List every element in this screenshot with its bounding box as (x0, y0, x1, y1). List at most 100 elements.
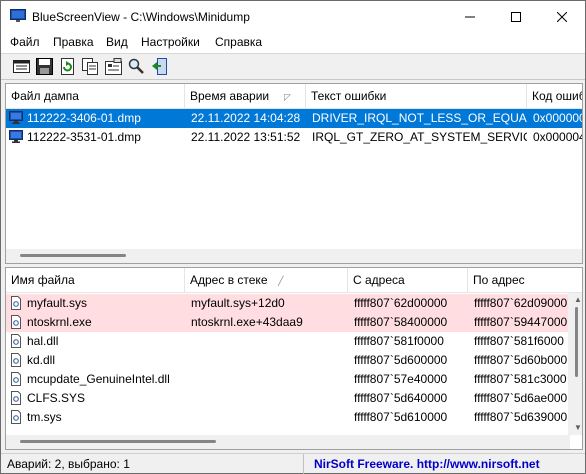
minimize-icon (465, 16, 475, 18)
html-report-icon[interactable] (13, 58, 30, 75)
module-file-icon (11, 410, 21, 424)
module-row[interactable]: hal.dll fffff807`581f0000 fffff807`581f600… (6, 332, 568, 351)
module-cell-stack (189, 332, 348, 351)
module-cell-from: fffff807`5d600000 (354, 353, 448, 367)
scroll-down-icon[interactable]: ▼ (574, 423, 582, 432)
menu-bar: Файл Правка Вид Настройки Справка (1, 33, 585, 53)
column-filename[interactable]: Имя файла (6, 268, 185, 293)
module-cell-from: fffff807`58400000 (354, 315, 448, 329)
maximize-icon (511, 12, 521, 22)
module-cell-stack: ntoskrnl.exe+43daa9 (191, 315, 303, 329)
module-cell-name: ntoskrnl.exe (27, 315, 92, 329)
dump-cell-text: DRIVER_IRQL_NOT_LESS_OR_EQUAL (312, 111, 527, 125)
minimize-button[interactable] (447, 1, 493, 33)
module-list[interactable]: Имя файла Адрес в стеке ╱ С адреса По ад… (5, 267, 583, 450)
module-cell-from: fffff807`5d640000 (354, 391, 448, 405)
dump-cell-text: IRQL_GT_ZERO_AT_SYSTEM_SERVICE (312, 130, 527, 144)
module-cell-from: fffff807`581f0000 (354, 334, 444, 348)
module-list-header: Имя файла Адрес в стеке ╱ С адреса По ад… (6, 268, 582, 293)
module-cell-stack (189, 370, 348, 389)
module-cell-name: kd.dll (27, 353, 56, 367)
exit-icon[interactable] (151, 58, 168, 75)
menu-edit[interactable]: Правка (53, 35, 94, 49)
module-row[interactable]: ntoskrnl.exe ntoskrnl.exe+43daa9 fffff807`… (6, 313, 568, 332)
module-file-icon (11, 353, 21, 367)
module-cell-to: fffff807`581c3000 (474, 372, 567, 386)
module-row[interactable]: tm.sys fffff807`5d610000 fffff807`5d639000 (6, 408, 568, 427)
module-cell-to: fffff807`5d6ae000 (474, 391, 568, 405)
menu-settings[interactable]: Настройки (141, 35, 200, 49)
module-file-icon (11, 315, 21, 329)
toolbar (1, 53, 585, 80)
dump-file-icon (9, 130, 23, 143)
module-cell-from: fffff807`62d00000 (354, 296, 448, 310)
save-icon[interactable] (36, 58, 53, 75)
module-cell-name: CLFS.SYS (27, 391, 86, 405)
app-window: BlueScreenView - C:\Windows\Minidump Фай… (0, 0, 586, 474)
refresh-icon[interactable] (59, 58, 76, 75)
dump-cell-code: 0x000000d1 (533, 111, 582, 125)
module-cell-stack (189, 408, 348, 427)
module-row[interactable]: CLFS.SYS fffff807`5d640000 fffff807`5d6ae0… (6, 389, 568, 408)
status-count: Аварий: 2, выбрано: 1 (7, 457, 130, 471)
sort-arrow-icon: ◸ (284, 92, 291, 102)
module-row[interactable]: myfault.sys myfault.sys+12d0 fffff807`62d0… (6, 294, 568, 313)
column-bug-text[interactable]: Текст ошибки (306, 84, 527, 109)
module-list-hscrollbar[interactable] (6, 435, 570, 449)
module-cell-stack (189, 389, 348, 408)
dump-row[interactable]: 112222-3531-01.dmp 22.11.2022 13:51:52 IRQ… (6, 128, 582, 147)
column-from-address[interactable]: С адреса (348, 268, 468, 293)
title-bar[interactable]: BlueScreenView - C:\Windows\Minidump (1, 1, 585, 33)
dump-list[interactable]: Файл дампа Время аварии ◸ Текст ошибки К… (5, 83, 583, 264)
module-cell-stack (189, 351, 348, 370)
module-cell-name: myfault.sys (27, 296, 88, 310)
app-icon (10, 9, 26, 22)
module-cell-name: tm.sys (27, 410, 62, 424)
column-to-address[interactable]: По адрес (468, 268, 568, 293)
module-cell-from: fffff807`57e40000 (354, 372, 448, 386)
module-row[interactable]: kd.dll fffff807`5d600000 fffff807`5d60b000 (6, 351, 568, 370)
module-row[interactable]: mcupdate_GenuineIntel.dll fffff807`57e400… (6, 370, 568, 389)
column-dump-file[interactable]: Файл дампа (6, 84, 185, 109)
module-cell-to: fffff807`62d09000 (474, 296, 568, 310)
module-file-icon (11, 391, 21, 405)
module-cell-from: fffff807`5d610000 (354, 410, 448, 424)
copy-icon[interactable] (82, 58, 99, 75)
window-title: BlueScreenView - C:\Windows\Minidump (32, 10, 250, 24)
module-file-icon (11, 372, 21, 386)
module-list-hscroll-thumb[interactable] (20, 440, 216, 443)
close-button[interactable] (539, 1, 585, 33)
dump-cell-file: 112222-3406-01.dmp (27, 111, 141, 125)
dump-cell-code: 0x000004a (533, 130, 582, 144)
column-bug-code[interactable]: Код ошибки (527, 84, 582, 109)
menu-view[interactable]: Вид (106, 35, 128, 49)
module-cell-to: fffff807`59447000 (474, 315, 568, 329)
module-list-vscroll-thumb[interactable] (575, 307, 578, 377)
dump-file-icon (9, 111, 23, 124)
sort-arrow-icon: ╱ (278, 276, 284, 286)
find-icon[interactable] (128, 58, 145, 75)
module-cell-name: mcupdate_GenuineIntel.dll (27, 372, 170, 386)
menu-help[interactable]: Справка (215, 35, 262, 49)
dump-list-header: Файл дампа Время аварии ◸ Текст ошибки К… (6, 84, 582, 109)
dump-list-hscroll-thumb[interactable] (20, 254, 126, 257)
column-stack-address[interactable]: Адрес в стеке (185, 268, 348, 293)
status-bar: Аварий: 2, выбрано: 1 NirSoft Freeware. … (1, 453, 585, 474)
properties-icon[interactable] (105, 58, 122, 75)
module-cell-to: fffff807`581f6000 (474, 334, 564, 348)
dump-cell-time: 22.11.2022 14:04:28 (191, 111, 301, 125)
nirsoft-link[interactable]: NirSoft Freeware. http://www.nirsoft.net (303, 454, 583, 474)
column-crash-time-label: Время аварии (190, 89, 270, 103)
dump-cell-time: 22.11.2022 13:51:52 (191, 130, 301, 144)
column-stack-address-label: Адрес в стеке (190, 273, 268, 287)
close-icon (557, 12, 567, 22)
module-file-icon (11, 296, 21, 310)
module-cell-name: hal.dll (27, 334, 59, 348)
module-list-vscrollbar[interactable]: ▲ ▼ (568, 293, 582, 435)
dump-row[interactable]: 112222-3406-01.dmp 22.11.2022 14:04:28 DRI… (6, 109, 582, 128)
module-cell-stack: myfault.sys+12d0 (191, 296, 285, 310)
menu-file[interactable]: Файл (10, 35, 40, 49)
scroll-up-icon[interactable]: ▲ (574, 295, 582, 304)
dump-list-hscrollbar[interactable] (6, 249, 582, 263)
maximize-button[interactable] (493, 1, 539, 33)
